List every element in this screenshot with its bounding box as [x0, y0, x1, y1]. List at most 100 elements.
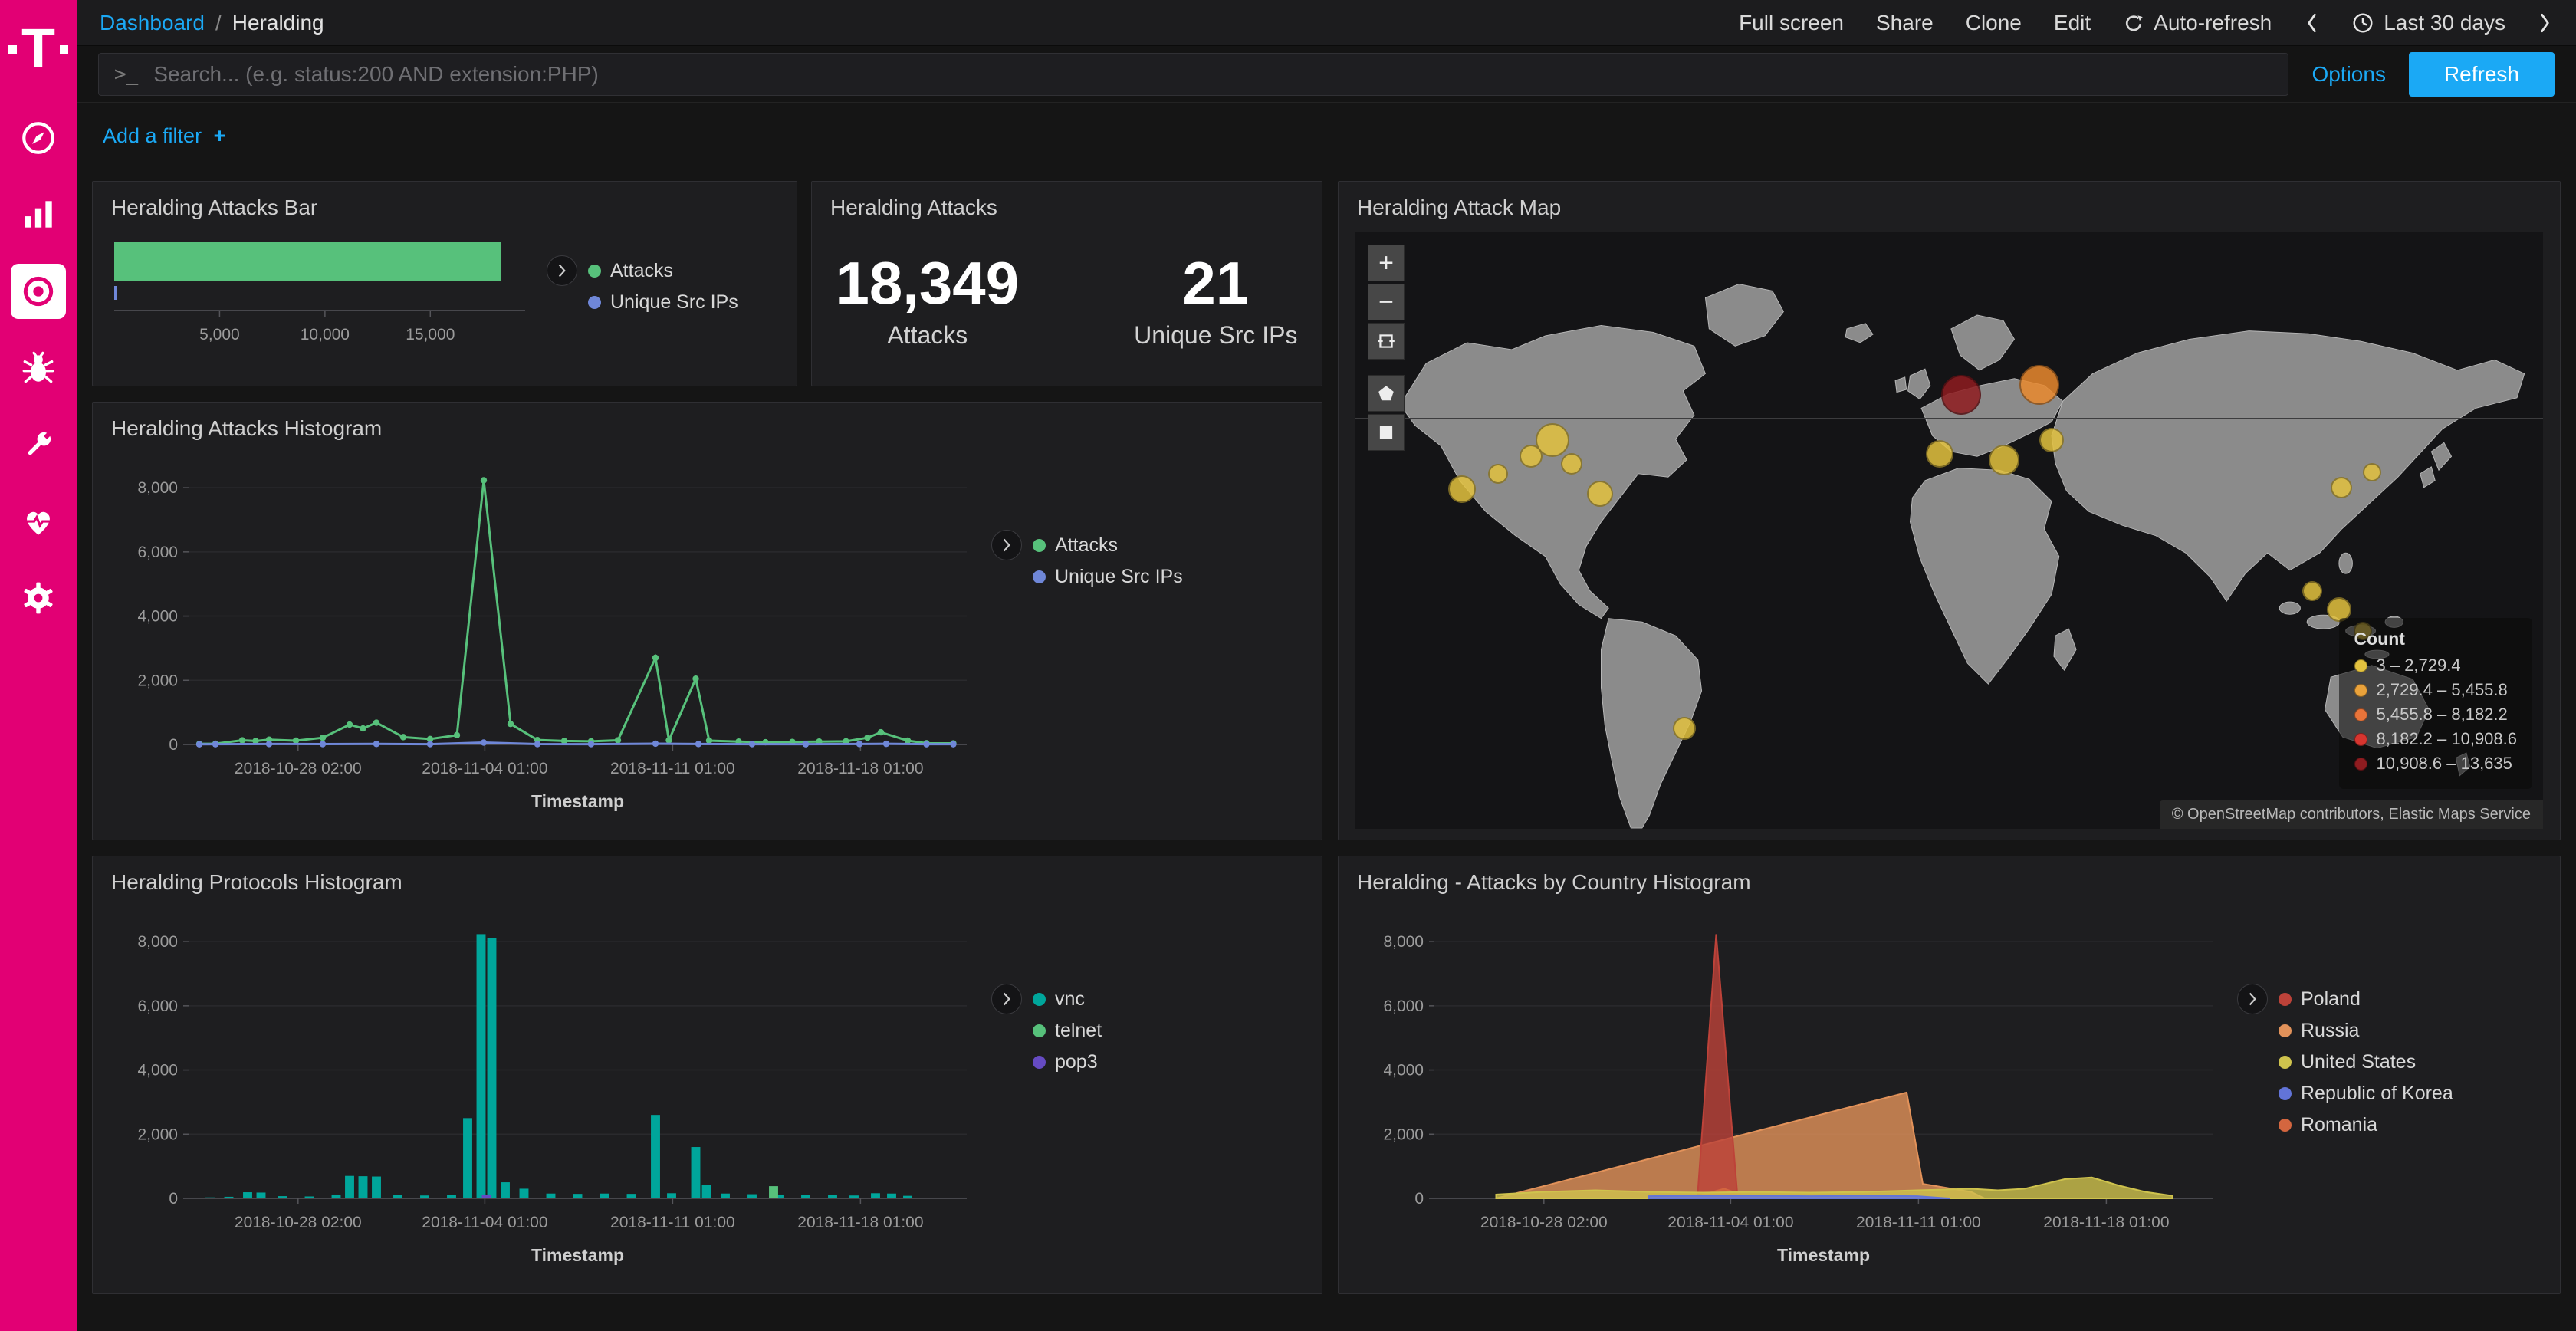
- legend-item-romania[interactable]: Romania: [2279, 1114, 2453, 1136]
- attack-location-circle[interactable]: [2039, 428, 2064, 452]
- legend-toggle[interactable]: [547, 255, 577, 286]
- legend-dot: [1033, 993, 1046, 1006]
- zoom-in-button[interactable]: +: [1368, 245, 1405, 281]
- sidebar-item-settings[interactable]: [11, 570, 66, 626]
- legend-item-republic-of-korea[interactable]: Republic of Korea: [2279, 1083, 2453, 1105]
- legend-label: Romania: [2301, 1114, 2377, 1136]
- legend-dot: [1033, 1024, 1046, 1037]
- map-legend-dot: [2354, 758, 2367, 771]
- attack-location-circle[interactable]: [1926, 440, 1953, 468]
- attack-location-circle[interactable]: [1587, 481, 1613, 507]
- attack-location-circle[interactable]: [2363, 463, 2381, 481]
- legend-item-united-states[interactable]: United States: [2279, 1051, 2453, 1073]
- time-back-button[interactable]: [2304, 12, 2319, 35]
- legend-toggle[interactable]: [991, 530, 1022, 560]
- breadcrumb-dashboard[interactable]: Dashboard: [100, 11, 205, 35]
- attack-location-circle[interactable]: [1536, 423, 1569, 457]
- refresh-button[interactable]: Refresh: [2409, 52, 2555, 97]
- map-legend-range: 8,182.2 – 10,908.6: [2354, 729, 2518, 749]
- attack-location-circle[interactable]: [1448, 475, 1476, 503]
- fit-bounds-icon: [1376, 331, 1396, 351]
- svg-text:2018-11-04 01:00: 2018-11-04 01:00: [422, 1214, 547, 1231]
- panel-title: Heralding Attacks: [812, 182, 1322, 225]
- svg-text:4,000: 4,000: [1383, 1062, 1424, 1080]
- rectangle-icon: [1376, 422, 1396, 442]
- time-forward-button[interactable]: [2538, 12, 2553, 35]
- svg-text:2018-10-28 02:00: 2018-10-28 02:00: [235, 760, 362, 777]
- panel-attacks-histogram: Heralding Attacks Histogram 02,0004,0006…: [92, 402, 1322, 840]
- bar-chart-icon: [19, 196, 58, 234]
- svg-text:Timestamp: Timestamp: [1777, 1245, 1870, 1265]
- legend-label: vnc: [1055, 988, 1085, 1011]
- map-legend-dot: [2354, 684, 2367, 697]
- zoom-out-button[interactable]: −: [1368, 284, 1405, 320]
- legend-toggle[interactable]: [991, 984, 1022, 1014]
- world-map-area[interactable]: + − Count 3 –: [1355, 232, 2543, 829]
- legend-item-vnc[interactable]: vnc: [1033, 988, 1102, 1011]
- attack-location-circle[interactable]: [1941, 375, 1981, 415]
- metric-unique-src-ips: 21 Unique Src IPs: [1134, 251, 1297, 350]
- map-attribution: © OpenStreetMap contributors, Elastic Ma…: [2160, 800, 2543, 829]
- attack-location-circle[interactable]: [1488, 464, 1508, 484]
- map-legend-title: Count: [2354, 629, 2518, 649]
- refresh-cycle-icon: [2123, 12, 2144, 34]
- attacks-bar-chart-svg: 5,00010,00015,000: [108, 225, 537, 370]
- legend-item-poland[interactable]: Poland: [2279, 988, 2453, 1011]
- legend-toggle[interactable]: [2237, 984, 2268, 1014]
- fullscreen-button[interactable]: Full screen: [1739, 11, 1844, 35]
- attack-location-circle[interactable]: [2331, 477, 2352, 498]
- share-button[interactable]: Share: [1876, 11, 1934, 35]
- auto-refresh-button[interactable]: Auto-refresh: [2123, 11, 2272, 35]
- attack-location-circle[interactable]: [1673, 717, 1696, 740]
- legend-item-telnet[interactable]: telnet: [1033, 1020, 1102, 1042]
- panel-country-histogram: Heralding - Attacks by Country Histogram…: [1338, 856, 2561, 1294]
- map-legend-label: 10,908.6 – 13,635: [2377, 754, 2512, 774]
- map-legend-range: 2,729.4 – 5,455.8: [2354, 680, 2518, 700]
- legend-dot: [1033, 570, 1046, 583]
- legend-item-unique-src-ips[interactable]: Unique Src IPs: [1033, 566, 1183, 588]
- legend-item-attacks[interactable]: Attacks: [588, 260, 738, 282]
- draw-rectangle-button[interactable]: [1368, 414, 1405, 451]
- fit-bounds-button[interactable]: [1368, 323, 1405, 360]
- svg-text:4,000: 4,000: [137, 608, 178, 626]
- svg-text:Timestamp: Timestamp: [531, 791, 624, 811]
- legend-dot: [1033, 539, 1046, 552]
- add-filter-link[interactable]: Add a filter +: [103, 124, 225, 148]
- sidebar-item-analytics[interactable]: [11, 187, 66, 242]
- attack-location-circle[interactable]: [2019, 365, 2059, 405]
- svg-text:2018-11-11 01:00: 2018-11-11 01:00: [610, 760, 735, 777]
- edit-button[interactable]: Edit: [2054, 11, 2091, 35]
- telekom-logo[interactable]: T: [8, 21, 68, 77]
- legend-dot: [2279, 1119, 2292, 1132]
- map-legend-range: 5,455.8 – 8,182.2: [2354, 705, 2518, 725]
- draw-polygon-button[interactable]: [1368, 375, 1405, 412]
- sidebar-item-malware[interactable]: [11, 340, 66, 396]
- attack-location-circle[interactable]: [2302, 581, 2322, 601]
- options-link[interactable]: Options: [2312, 62, 2386, 87]
- search-box[interactable]: >_: [98, 53, 2288, 96]
- clock-icon: [2351, 12, 2374, 35]
- search-input[interactable]: [152, 61, 2272, 87]
- sidebar-item-dashboard[interactable]: [11, 110, 66, 166]
- legend-dot: [2279, 1087, 2292, 1100]
- time-range-picker[interactable]: Last 30 days: [2351, 11, 2505, 35]
- attack-location-circle[interactable]: [1989, 445, 2019, 475]
- map-legend-label: 5,455.8 – 8,182.2: [2377, 705, 2508, 725]
- panel-protocols-histogram: Heralding Protocols Histogram 02,0004,00…: [92, 856, 1322, 1294]
- legend-dot: [588, 265, 601, 278]
- legend-item-russia[interactable]: Russia: [2279, 1020, 2453, 1042]
- sidebar-item-tools[interactable]: [11, 417, 66, 472]
- attack-location-circle[interactable]: [1561, 453, 1582, 475]
- legend-item-attacks[interactable]: Attacks: [1033, 534, 1183, 557]
- legend-item-unique-src-ips[interactable]: Unique Src IPs: [588, 291, 738, 314]
- top-navbar: Dashboard / Heralding Full screen Share …: [77, 0, 2576, 46]
- legend: Attacks Unique Src IPs: [1033, 530, 1183, 588]
- legend-item-pop3[interactable]: pop3: [1033, 1051, 1102, 1073]
- legend-label: Republic of Korea: [2301, 1083, 2453, 1105]
- sidebar-item-monitoring[interactable]: [11, 494, 66, 549]
- clone-button[interactable]: Clone: [1966, 11, 2022, 35]
- legend: Poland Russia United States Republic of Kor…: [2279, 984, 2453, 1136]
- sidebar-item-attacks-active[interactable]: [11, 264, 66, 319]
- panel-title: Heralding Attack Map: [1339, 182, 2560, 225]
- legend-dot: [588, 296, 601, 309]
